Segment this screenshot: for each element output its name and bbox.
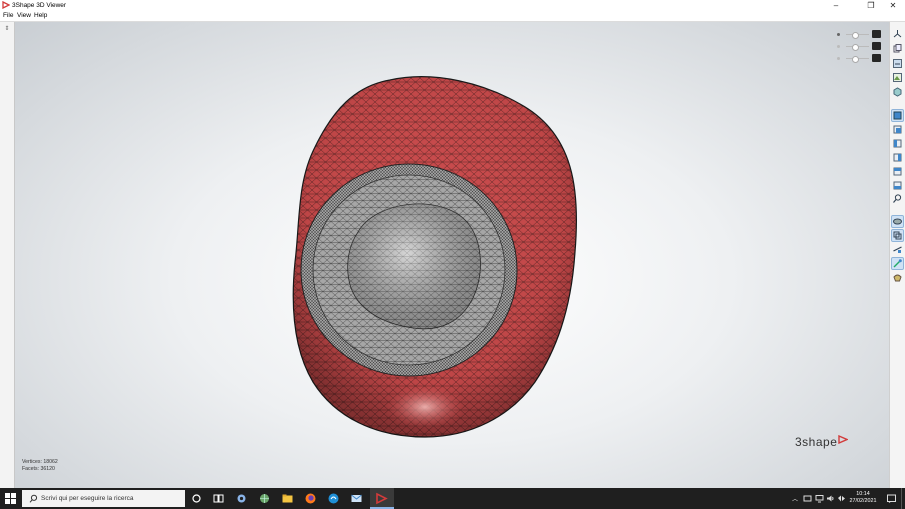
clip-icon[interactable] [892,272,903,283]
display-slider-3[interactable] [837,54,882,63]
menu-bar: File View Help [0,11,905,22]
landscape-icon[interactable] [892,72,903,83]
left-panel-strip: ⇕ [0,22,15,488]
3shape-icon[interactable] [374,491,389,506]
axes-icon[interactable] [892,28,903,39]
task-view-icon[interactable] [211,491,226,506]
restore-button[interactable]: ❐ [860,0,882,11]
view-top-icon[interactable] [892,166,903,177]
explorer-icon[interactable] [280,491,295,506]
close-button[interactable]: ✕ [882,0,904,11]
vertices-count: Vertices: 18062 [22,459,58,465]
clock-date: 27/02/2021 [849,498,877,504]
window-title: 3Shape 3D Viewer [12,2,67,9]
cortana-icon[interactable] [189,491,204,506]
color-swatch[interactable] [872,30,881,38]
slider-dot [837,57,840,60]
slider-knob[interactable] [852,32,859,39]
logo-triangle-icon [838,434,850,445]
show-desktop-button[interactable] [901,488,905,509]
3d-viewport[interactable]: Vertices: 18062 Facets: 36120 3shape [15,22,889,488]
texture-icon[interactable] [891,215,904,228]
color-swatch[interactable] [872,42,881,50]
facets-count: Facets: 36120 [22,466,55,472]
settings-icon[interactable] [234,491,249,506]
view-back-icon[interactable] [892,124,903,135]
slider-knob[interactable] [852,56,859,63]
chevron-up-icon[interactable]: ︿ [792,494,798,503]
measure-icon[interactable] [892,58,903,69]
slider-dot [837,33,840,36]
mesh-icon[interactable] [891,229,904,242]
menu-file[interactable]: File [3,12,13,20]
menu-view[interactable]: View [17,12,31,20]
device-icon[interactable] [803,494,812,503]
section-icon[interactable] [892,244,903,255]
system-clock[interactable]: 10:14 27/02/2021 [843,491,883,505]
network-icon[interactable] [815,494,824,503]
clock-time: 10:14 [856,491,870,497]
mail-icon[interactable] [349,491,364,506]
volume-icon[interactable] [826,494,835,503]
menu-help[interactable]: Help [34,12,47,20]
globe-icon[interactable] [257,491,272,506]
box-icon[interactable] [892,86,903,97]
slider-dot [837,45,840,48]
zoom-icon[interactable] [892,193,903,204]
minimize-button[interactable]: – [825,0,847,11]
right-toolbar [889,22,905,488]
slider-knob[interactable] [852,44,859,51]
display-slider-2[interactable] [837,42,882,51]
firefox-icon[interactable] [303,491,318,506]
edge-icon[interactable] [326,491,341,506]
dental-crown-model [292,76,578,438]
windows-start-icon[interactable] [5,493,16,504]
3shape-logo: 3shape [795,434,850,449]
title-bar: 3Shape 3D Viewer – ❐ ✕ [0,0,905,11]
display-slider-1[interactable] [837,30,882,39]
tool-icon[interactable] [891,257,904,270]
view-left-icon[interactable] [892,138,903,149]
view-bottom-icon[interactable] [892,180,903,191]
view-front-icon[interactable] [891,109,904,122]
copy-icon[interactable] [892,43,903,54]
3shape-app-icon [2,1,10,9]
search-placeholder: Scrivi qui per eseguire la ricerca [41,495,134,502]
taskbar: Scrivi qui per eseguire la ricerca ︿ 10:… [0,488,905,509]
logo-text: 3shape [795,435,838,449]
color-swatch[interactable] [872,54,881,62]
taskbar-search-box[interactable]: Scrivi qui per eseguire la ricerca [22,490,185,507]
pin-icon[interactable]: ⇕ [3,25,11,33]
search-icon [29,494,38,503]
view-right-icon[interactable] [892,152,903,163]
notification-icon[interactable] [886,493,897,504]
